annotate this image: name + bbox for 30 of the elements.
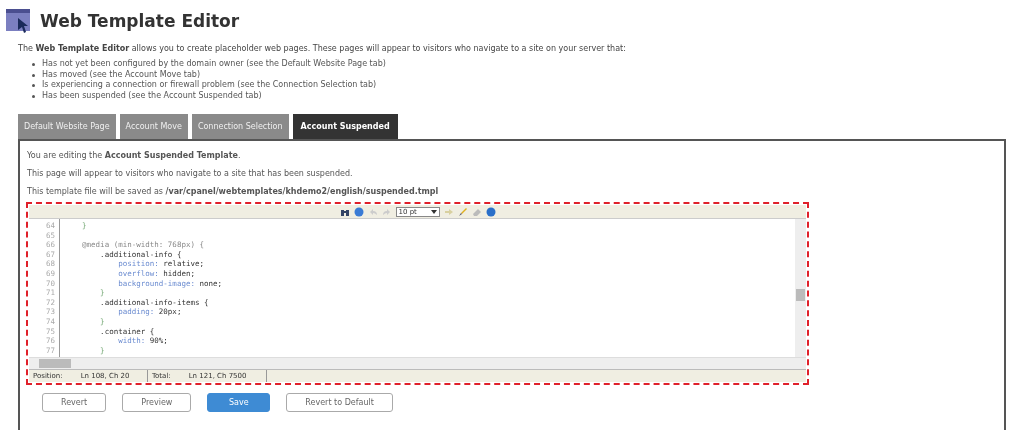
tab[interactable]: Account Suspended [292, 114, 398, 139]
intro-text: The Web Template Editor allows you to create placeholder web pages. These pages will appear to visitors who navigate to a site on your server that: [18, 44, 627, 53]
binoculars-icon[interactable] [340, 209, 349, 216]
action-button[interactable]: Revert [42, 393, 107, 412]
editor-logo-icon [6, 8, 32, 34]
eraser-icon[interactable] [472, 208, 481, 216]
vertical-scrollbar[interactable] [795, 219, 806, 357]
bullet-icon [32, 73, 35, 77]
list-item: Has not yet been configured by the domain owner (see the Default Website Page tab) [42, 59, 386, 68]
redo-icon[interactable] [382, 208, 390, 215]
arrow-icon[interactable] [444, 208, 453, 215]
info-text: This page will appear to visitors who navigate to a site that has been suspended. [27, 169, 354, 178]
list-item: Has moved (see the Account Move tab) [42, 69, 201, 79]
bullet-icon [32, 94, 35, 98]
page-title: Web Template Editor [40, 11, 240, 31]
action-button[interactable]: Revert to Default [286, 393, 393, 412]
caret-icon [430, 209, 437, 214]
info-text: This template file will be saved as /var/cpanel/webtemplates/khdemo2/english/suspended.tmpl [27, 187, 440, 196]
bullet-icon [32, 63, 35, 66]
bullet-icon [32, 84, 35, 87]
horizontal-scrollbar[interactable] [29, 357, 806, 369]
list-item: Is experiencing a connection or firewall problem (see the Connection Selection tab) [42, 80, 377, 89]
tab[interactable]: Connection Selection [191, 114, 289, 139]
undo-icon[interactable] [369, 208, 377, 215]
brush-icon[interactable] [458, 207, 467, 216]
list-item: Has been suspended (see the Account Suspended tab) [42, 90, 262, 100]
tab[interactable]: Account Move [119, 114, 188, 139]
info-text: You are editing the Account Suspended Template. [27, 151, 242, 160]
action-button[interactable]: Save [207, 393, 271, 412]
action-button[interactable]: Preview [122, 393, 192, 412]
